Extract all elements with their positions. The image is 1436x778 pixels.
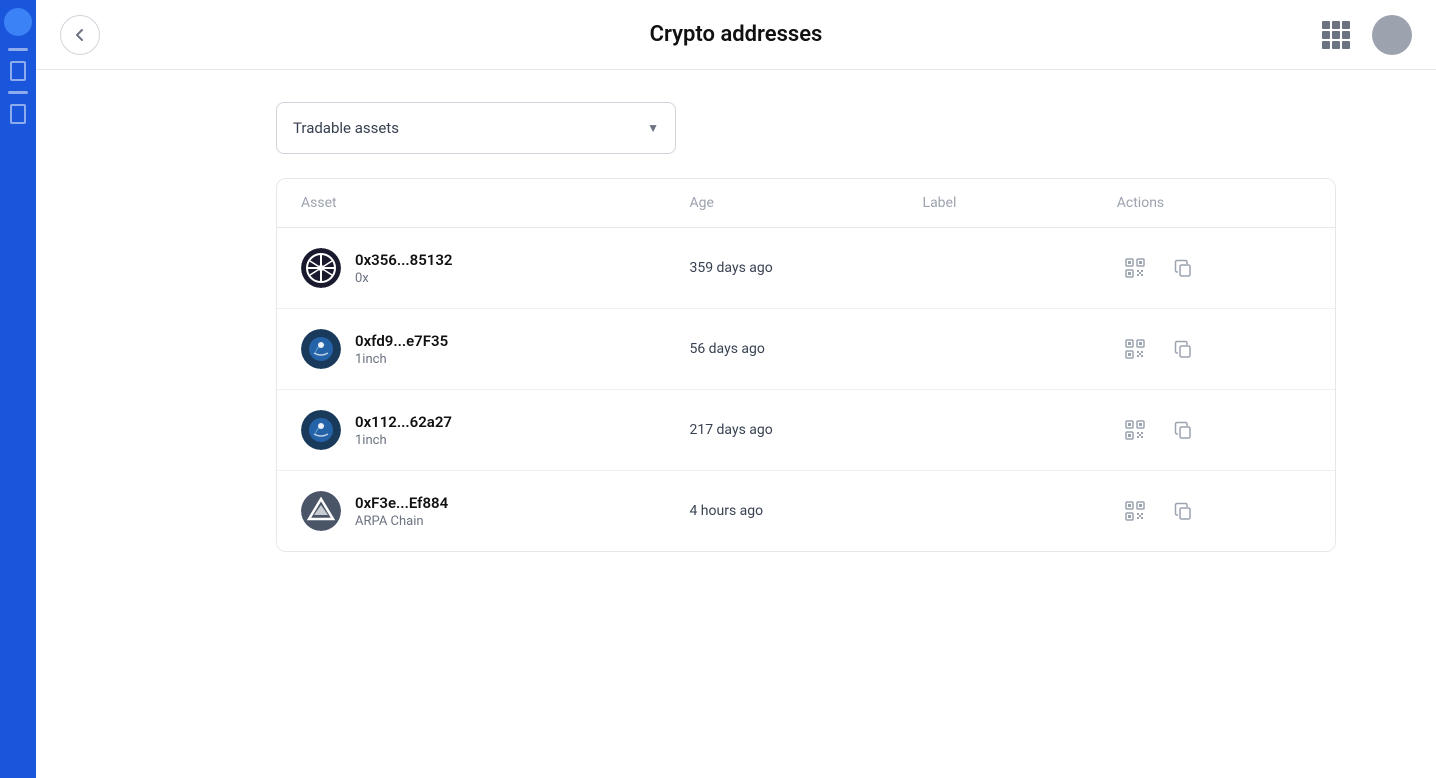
qr-code-button-2[interactable] (1117, 331, 1153, 367)
col-asset: Asset (301, 195, 689, 211)
sidebar-logo (4, 8, 32, 36)
col-actions: Actions (1117, 195, 1311, 211)
asset-cell-3: 0x112...62a27 1inch (301, 410, 689, 450)
sidebar-item-1 (8, 48, 28, 51)
sidebar (0, 0, 36, 778)
actions-cell-4 (1117, 493, 1311, 529)
actions-cell-2 (1117, 331, 1311, 367)
age-cell-1: 359 days ago (689, 260, 922, 276)
asset-icon-3 (301, 410, 341, 450)
back-button[interactable] (60, 15, 100, 55)
asset-network-2: 1inch (355, 352, 448, 367)
age-cell-2: 56 days ago (689, 341, 922, 357)
asset-icon-4 (301, 491, 341, 531)
qr-code-button-3[interactable] (1117, 412, 1153, 448)
copy-button-2[interactable] (1165, 331, 1201, 367)
table-header: Asset Age Label Actions (277, 179, 1335, 228)
grid-menu-button[interactable] (1316, 15, 1356, 55)
dropdown-label: Tradable assets (293, 119, 399, 137)
asset-address-2: 0xfd9...e7F35 (355, 332, 448, 350)
age-cell-3: 217 days ago (689, 422, 922, 438)
asset-address-3: 0x112...62a27 (355, 413, 452, 431)
asset-icon-2 (301, 329, 341, 369)
content-area: Tradable assets ▼ Asset Age Label Action… (276, 70, 1336, 552)
chevron-down-icon: ▼ (647, 121, 659, 135)
tradable-assets-dropdown[interactable]: Tradable assets ▼ (276, 102, 676, 154)
sidebar-item-2 (10, 61, 26, 81)
qr-code-button-1[interactable] (1117, 250, 1153, 286)
qr-code-button-4[interactable] (1117, 493, 1153, 529)
table-row: 0xF3e...Ef884 ARPA Chain 4 hours ago (277, 471, 1335, 551)
addresses-table: Asset Age Label Actions (276, 178, 1336, 552)
asset-cell-2: 0xfd9...e7F35 1inch (301, 329, 689, 369)
asset-info-3: 0x112...62a27 1inch (355, 413, 452, 448)
age-cell-4: 4 hours ago (689, 503, 922, 519)
table-row: 0x112...62a27 1inch 217 days ago (277, 390, 1335, 471)
asset-address-4: 0xF3e...Ef884 (355, 494, 448, 512)
page-title: Crypto addresses (650, 22, 823, 47)
header-actions (1316, 15, 1412, 55)
asset-cell-4: 0xF3e...Ef884 ARPA Chain (301, 491, 689, 531)
actions-cell-3 (1117, 412, 1311, 448)
asset-info-1: 0x356...85132 0x (355, 251, 453, 286)
asset-network-1: 0x (355, 271, 453, 286)
grid-icon (1322, 21, 1350, 49)
col-label: Label (923, 195, 1117, 211)
copy-button-1[interactable] (1165, 250, 1201, 286)
table-row: 0x356...85132 0x 359 days ago (277, 228, 1335, 309)
avatar[interactable] (1372, 15, 1412, 55)
main-content: Tradable assets ▼ Asset Age Label Action… (36, 0, 1436, 592)
sidebar-item-4 (10, 104, 26, 124)
copy-button-3[interactable] (1165, 412, 1201, 448)
asset-address-1: 0x356...85132 (355, 251, 453, 269)
header: Crypto addresses (36, 0, 1436, 70)
copy-button-4[interactable] (1165, 493, 1201, 529)
asset-info-2: 0xfd9...e7F35 1inch (355, 332, 448, 367)
asset-network-3: 1inch (355, 433, 452, 448)
asset-info-4: 0xF3e...Ef884 ARPA Chain (355, 494, 448, 529)
sidebar-item-3 (8, 91, 28, 94)
col-age: Age (689, 195, 922, 211)
asset-icon-1 (301, 248, 341, 288)
table-row: 0xfd9...e7F35 1inch 56 days ago (277, 309, 1335, 390)
asset-network-4: ARPA Chain (355, 514, 448, 529)
actions-cell-1 (1117, 250, 1311, 286)
filter-wrapper: Tradable assets ▼ (276, 102, 1336, 154)
asset-cell-1: 0x356...85132 0x (301, 248, 689, 288)
